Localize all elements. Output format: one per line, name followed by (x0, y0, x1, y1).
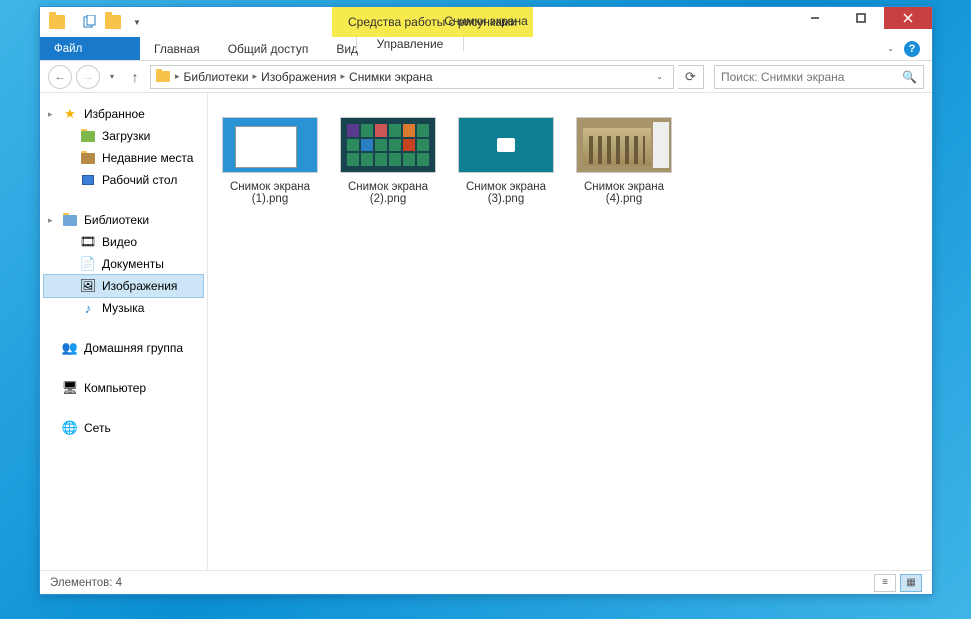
ribbon-tabs: Файл Главная Общий доступ Вид Управление… (40, 37, 932, 61)
status-bar: Элементов: 4 ≡ ▦ (40, 570, 932, 594)
tree-label: Сеть (84, 421, 111, 435)
video-icon: 🎞 (80, 234, 96, 250)
ribbon-context-title: Средства работы с рисунками (332, 7, 533, 37)
tree-label: Видео (102, 235, 137, 249)
ribbon-expand-icon[interactable]: ⌄ (887, 44, 894, 53)
tree-label: Документы (102, 257, 164, 271)
file-item[interactable]: Снимок экрана (3).png (456, 117, 556, 205)
refresh-button[interactable]: ⟳ (678, 65, 704, 89)
address-folder-icon (155, 69, 171, 85)
status-item-count: Элементов: 4 (50, 577, 122, 589)
details-view-button[interactable]: ≡ (874, 574, 896, 592)
tree-item-pictures[interactable]: 🖼 Изображения (43, 274, 204, 298)
qat-dropdown-icon[interactable]: ▼ (126, 11, 148, 33)
tree-label: Библиотеки (84, 213, 149, 227)
chevron-right-icon[interactable]: ▸ (173, 71, 182, 82)
desktop-icon (80, 172, 96, 188)
file-name: (2).png (338, 193, 438, 205)
tree-computer[interactable]: 🖥 Компьютер (40, 377, 207, 399)
up-button[interactable]: ↑ (124, 66, 146, 88)
qat-properties-icon[interactable] (78, 11, 100, 33)
system-folder-icon[interactable] (46, 11, 68, 33)
tab-share[interactable]: Общий доступ (214, 37, 323, 60)
file-name: Снимок экрана (456, 181, 556, 193)
pictures-icon: 🖼 (80, 278, 96, 294)
file-thumbnail (458, 117, 554, 173)
tree-label: Рабочий стол (102, 173, 177, 187)
navigation-pane: ▸ ★ Избранное Загрузки Недавние места Ра… (40, 93, 208, 570)
search-input[interactable] (721, 70, 902, 84)
computer-icon: 🖥 (62, 380, 78, 396)
file-name: (1).png (220, 193, 320, 205)
file-view[interactable]: Снимок экрана (1).png Снимок экрана (2).… (208, 93, 932, 570)
chevron-down-icon[interactable]: ▸ (48, 215, 58, 226)
homegroup-icon: 👥 (62, 340, 78, 356)
tree-item-desktop[interactable]: Рабочий стол (40, 169, 207, 191)
file-thumbnail (222, 117, 318, 173)
help-button[interactable]: ? (904, 41, 920, 57)
network-icon: 🌐 (62, 420, 78, 436)
explorer-body: ▸ ★ Избранное Загрузки Недавние места Ра… (40, 93, 932, 570)
file-name: (3).png (456, 193, 556, 205)
star-icon: ★ (62, 106, 78, 122)
tree-label: Недавние места (102, 151, 193, 165)
tree-item-videos[interactable]: 🎞 Видео (40, 231, 207, 253)
file-thumbnail (340, 117, 436, 173)
forward-button[interactable]: → (76, 65, 100, 89)
tree-homegroup[interactable]: 👥 Домашняя группа (40, 337, 207, 359)
file-item[interactable]: Снимок экрана (1).png (220, 117, 320, 205)
tab-home[interactable]: Главная (140, 37, 214, 60)
thumbnails-view-button[interactable]: ▦ (900, 574, 922, 592)
back-button[interactable]: ← (48, 65, 72, 89)
tab-file[interactable]: Файл (40, 37, 140, 60)
file-name: Снимок экрана (220, 181, 320, 193)
tab-manage[interactable]: Управление (356, 37, 464, 51)
file-item[interactable]: Снимок экрана (4).png (574, 117, 674, 205)
tree-label: Изображения (102, 279, 177, 293)
quick-access-toolbar: ▼ (40, 7, 148, 37)
libraries-icon (62, 212, 78, 228)
tree-item-music[interactable]: ♪ Музыка (40, 297, 207, 319)
tree-favorites[interactable]: ▸ ★ Избранное (40, 103, 207, 125)
maximize-button[interactable] (838, 7, 884, 29)
tree-item-documents[interactable]: 📄 Документы (40, 253, 207, 275)
tree-item-recent[interactable]: Недавние места (40, 147, 207, 169)
breadcrumb-item[interactable]: Снимки экрана (349, 70, 433, 84)
breadcrumb-item[interactable]: Изображения (261, 70, 336, 84)
navigation-bar: ← → ▾ ↑ ▸ Библиотеки ▸ Изображения ▸ Сни… (40, 61, 932, 93)
explorer-window: ▼ Средства работы с рисунками Снимки экр… (39, 6, 933, 595)
tree-item-downloads[interactable]: Загрузки (40, 125, 207, 147)
address-dropdown-icon[interactable]: ⌄ (650, 72, 669, 81)
history-dropdown[interactable]: ▾ (104, 65, 120, 89)
search-icon[interactable]: 🔍 (902, 70, 917, 84)
titlebar: ▼ Средства работы с рисунками Снимки экр… (40, 7, 932, 37)
chevron-right-icon[interactable]: ▸ (251, 71, 260, 82)
tree-label: Домашняя группа (84, 341, 183, 355)
qat-new-folder-icon[interactable] (102, 11, 124, 33)
chevron-right-icon[interactable]: ▸ (339, 71, 348, 82)
address-bar[interactable]: ▸ Библиотеки ▸ Изображения ▸ Снимки экра… (150, 65, 674, 89)
file-thumbnail (576, 117, 672, 173)
tree-libraries[interactable]: ▸ Библиотеки (40, 209, 207, 231)
downloads-icon (80, 128, 96, 144)
tree-label: Компьютер (84, 381, 146, 395)
search-box[interactable]: 🔍 (714, 65, 924, 89)
document-icon: 📄 (80, 256, 96, 272)
file-name: Снимок экрана (574, 181, 674, 193)
tree-label: Музыка (102, 301, 144, 315)
recent-icon (80, 150, 96, 166)
close-button[interactable] (884, 7, 932, 29)
tree-label: Избранное (84, 107, 145, 121)
file-name: Снимок экрана (338, 181, 438, 193)
file-name: (4).png (574, 193, 674, 205)
chevron-down-icon[interactable]: ▸ (48, 109, 58, 120)
minimize-button[interactable] (792, 7, 838, 29)
file-item[interactable]: Снимок экрана (2).png (338, 117, 438, 205)
breadcrumb-item[interactable]: Библиотеки (184, 70, 249, 84)
tree-label: Загрузки (102, 129, 150, 143)
window-controls (792, 7, 932, 37)
music-icon: ♪ (80, 300, 96, 316)
tree-network[interactable]: 🌐 Сеть (40, 417, 207, 439)
